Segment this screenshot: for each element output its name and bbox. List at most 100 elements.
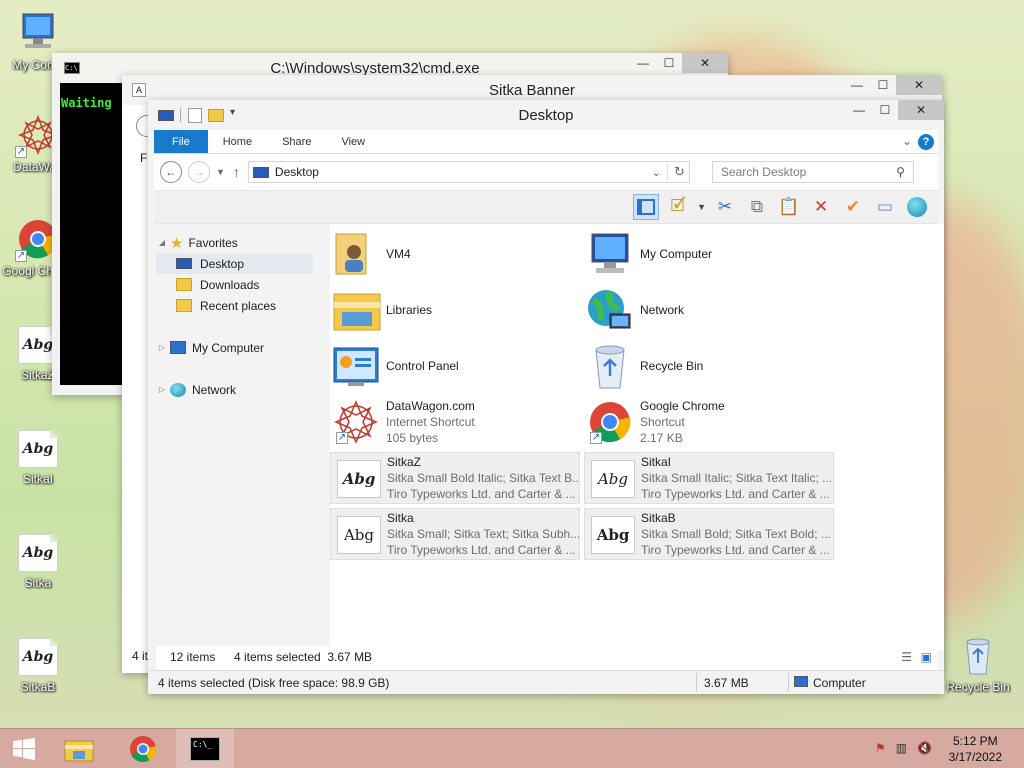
close-button[interactable]: ✕ (896, 75, 942, 95)
taskbar-cmd[interactable]: C:\_ (176, 729, 234, 768)
select-checkbox-icon[interactable]: 🗹 (665, 194, 691, 220)
minimize-button[interactable]: — (846, 100, 872, 120)
maximize-button[interactable]: ☐ (656, 53, 682, 73)
file-item-sitkab[interactable]: Abg SitkaB Sitka Small Bold; Sitka Text … (584, 508, 834, 560)
file-item-google-chrome[interactable]: ↗ Google Chrome Shortcut 2.17 KB (584, 396, 834, 448)
forward-button[interactable]: → (188, 161, 210, 183)
network-icon (170, 382, 186, 397)
start-button[interactable] (0, 729, 48, 768)
file-name: Network (640, 303, 685, 317)
file-item-network[interactable]: Network (584, 284, 834, 336)
up-button[interactable]: ↑ (233, 164, 240, 180)
file-item-vm4[interactable]: VM4 (330, 228, 580, 280)
nav-desktop[interactable]: Desktop (156, 253, 313, 274)
close-button[interactable]: ✕ (898, 100, 944, 120)
ribbon-expand-icon[interactable]: ⌄ (902, 134, 912, 148)
help-icon[interactable]: ? (918, 134, 934, 150)
paste-icon[interactable]: 📋 (776, 194, 802, 220)
control-panel-icon (330, 342, 382, 390)
details-view-icon[interactable]: ☰ (901, 650, 912, 664)
volume-muted-icon[interactable]: 🔇 (917, 741, 932, 755)
taskbar-file-explorer[interactable] (50, 729, 108, 768)
file-name: SitkaI (641, 455, 672, 469)
file-item-sitkaz[interactable]: Abg SitkaZ Sitka Small Bold Italic; Sitk… (330, 452, 580, 504)
font-icon: Abg (18, 430, 58, 468)
font-family-names: Sitka Small Bold; Sitka Text Bold; ... (641, 527, 831, 541)
nav-network[interactable]: ▷ Network (156, 379, 328, 400)
nav-recent-places[interactable]: Recent places (156, 295, 328, 316)
file-item-sitka[interactable]: Abg Sitka Sitka Small; Sitka Text; Sitka… (330, 508, 580, 560)
item-summary-bar: 12 items 4 items selected 3.67 MB ☰ ▣ (156, 646, 938, 670)
nav-label: My Computer (192, 340, 265, 355)
search-input[interactable]: Search Desktop ⚲ (711, 161, 914, 183)
desktop-icon-label: Sitka (24, 576, 52, 590)
cmd-icon: C:\_ (190, 737, 220, 761)
recent-places-icon (176, 299, 192, 312)
file-item-sitkai[interactable]: Abg SitkaI Sitka Small Italic; Sitka Tex… (584, 452, 834, 504)
expand-arrow-icon[interactable]: ▷ (156, 343, 168, 352)
cmd-output-text: Waiting (61, 96, 112, 110)
font-icon: Abg (331, 510, 383, 558)
address-dropdown-icon[interactable]: ⌄ (652, 166, 661, 179)
explorer-titlebar[interactable]: ▾ Desktop — ☐ ✕ (148, 100, 944, 130)
taskbar-chrome[interactable] (114, 729, 172, 768)
address-row: ← → ▼ ↑ Desktop ⌄ ↻ Search Desktop ⚲ (154, 154, 938, 190)
desktop-icon-label: SitkaI (22, 472, 53, 486)
font-family-names: Sitka Small Italic; Sitka Text Italic; .… (641, 471, 833, 485)
file-item-libraries[interactable]: Libraries (330, 284, 580, 336)
minimize-button[interactable]: — (630, 53, 656, 73)
maximize-button[interactable]: ☐ (870, 75, 896, 95)
nav-my-computer[interactable]: ▷ My Computer (156, 337, 328, 358)
explorer-window[interactable]: ▾ Desktop — ☐ ✕ File Home Share View ⌄ ?… (148, 100, 944, 694)
address-bar[interactable]: Desktop ⌄ ↻ (247, 161, 690, 183)
delete-icon[interactable]: ✕ (808, 194, 834, 220)
file-item-datawagon[interactable]: ↗ DataWagon.com Internet Shortcut 105 by… (330, 396, 580, 448)
explorer-title: Desktop (518, 107, 574, 124)
close-button[interactable]: ✕ (682, 53, 728, 73)
shortcut-arrow-icon: ↗ (336, 432, 348, 444)
rename-check-icon[interactable]: ✔ (840, 194, 866, 220)
expand-arrow-icon[interactable]: ▷ (156, 385, 168, 394)
font-icon: Abg (585, 510, 637, 558)
libraries-icon (330, 286, 382, 334)
copy-icon[interactable]: ⧉ (744, 194, 770, 220)
properties-icon[interactable]: ▭ (872, 194, 898, 220)
clock-date: 3/17/2022 (948, 750, 1002, 764)
back-button[interactable]: ← (160, 161, 182, 183)
minimize-button[interactable]: — (844, 75, 870, 95)
file-item-recycle-bin[interactable]: Recycle Bin (584, 340, 834, 392)
nav-favorites[interactable]: ◢ ★ Favorites (156, 232, 328, 253)
desktop-folder-icon (252, 166, 269, 178)
large-icons-view-icon[interactable]: ▣ (921, 650, 932, 664)
tab-file[interactable]: File (154, 130, 208, 153)
desktop-icon-sitkai[interactable]: Abg SitkaI (0, 430, 76, 486)
refresh-icon[interactable]: ↻ (667, 164, 685, 180)
tab-view[interactable]: View (326, 130, 380, 153)
file-item-my-computer[interactable]: My Computer (584, 228, 834, 280)
collapse-arrow-icon[interactable]: ◢ (156, 238, 168, 247)
taskbar: C:\_ ⚑ ▥ 🔇 5:12 PM 3/17/2022 (0, 728, 1024, 768)
desktop-icon-sitkab[interactable]: Abg SitkaB (0, 638, 76, 694)
clock[interactable]: 5:12 PM 3/17/2022 (949, 733, 1002, 765)
desktop-icon-sitka[interactable]: Abg Sitka (0, 534, 76, 590)
tab-share[interactable]: Share (267, 130, 326, 153)
toolbar-dropdown-icon[interactable]: ▼ (697, 202, 706, 212)
layout-pane-icon[interactable] (633, 194, 660, 220)
action-center-flag-icon[interactable]: ⚑ (875, 741, 886, 755)
recent-locations-icon[interactable]: ▼ (216, 167, 225, 177)
file-item-control-panel[interactable]: Control Panel (330, 340, 580, 392)
font-publisher: Tiro Typeworks Ltd. and Carter & ... (387, 487, 576, 501)
nav-label: Desktop (200, 256, 245, 271)
font-publisher: Tiro Typeworks Ltd. and Carter & ... (387, 543, 576, 557)
star-icon: ★ (170, 234, 184, 252)
network-status-icon[interactable]: ▥ (896, 741, 907, 755)
network-globe-icon[interactable] (904, 194, 930, 220)
tab-home[interactable]: Home (208, 130, 267, 153)
nav-downloads[interactable]: Downloads (156, 274, 328, 295)
ribbon-tabs: File Home Share View ⌄ ? (154, 130, 938, 154)
cmd-console[interactable]: Waiting (60, 83, 124, 385)
cut-icon[interactable]: ✂ (712, 194, 738, 220)
maximize-button[interactable]: ☐ (872, 100, 898, 120)
shortcut-arrow-icon: ↗ (590, 432, 602, 444)
desktop-icon-recycle-bin[interactable]: Recycle Bin (940, 632, 1016, 694)
